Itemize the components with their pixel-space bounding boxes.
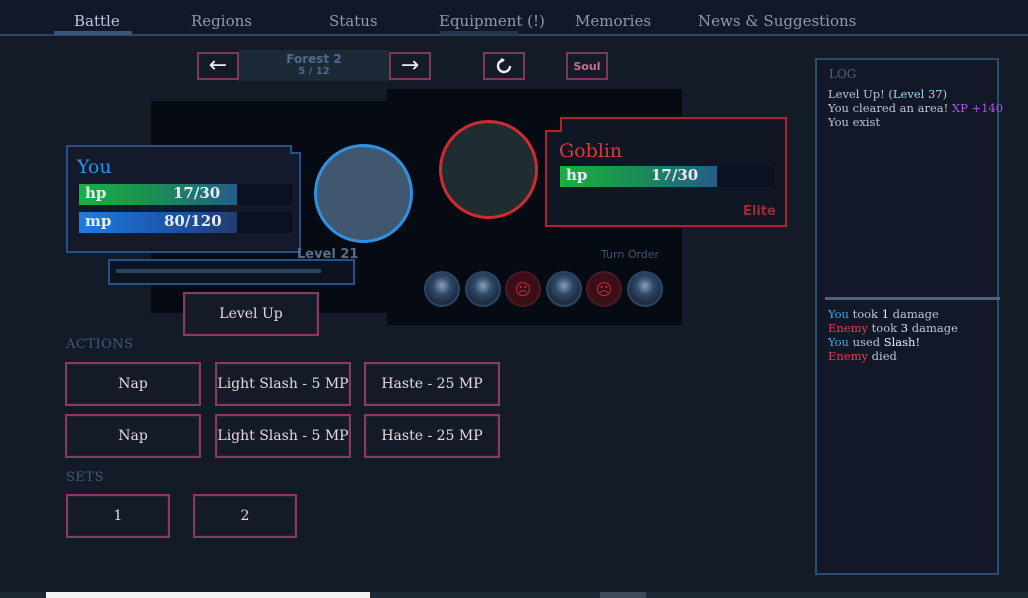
action-light-slash-button[interactable]: Light Slash - 5 MP <box>215 362 351 406</box>
log-entry-exist: You exist <box>828 115 880 129</box>
log-actor: You <box>828 307 849 321</box>
action-label: Light Slash - 5 MP <box>217 376 349 392</box>
set-label: 2 <box>240 508 250 524</box>
log-text: You exist <box>828 115 881 129</box>
log-number: 3 <box>900 321 909 335</box>
action-nap-button[interactable]: Nap <box>65 362 201 406</box>
enemy-hp-value: 17/30 <box>651 166 699 184</box>
log-entry-combat: Enemy died <box>828 349 897 363</box>
action-label: Nap <box>118 428 148 444</box>
bottom-input-strip <box>46 592 370 598</box>
log-actor: Enemy <box>828 349 869 363</box>
log-text: Level Up! <box>828 87 885 101</box>
action-label: Light Slash - 5 MP <box>217 428 349 444</box>
log-actor: Enemy <box>828 321 869 335</box>
tab-memories[interactable]: Memories <box>575 12 651 30</box>
tab-regions[interactable]: Regions <box>191 12 252 30</box>
top-navigation: Battle Regions Status Equipment (!) Memo… <box>0 0 1028 36</box>
player-mp-label: mp <box>85 212 112 230</box>
set-label: 1 <box>113 508 123 524</box>
player-mp-bar: mp 80/120 <box>79 212 293 233</box>
log-xp: XP +140 <box>951 101 1004 115</box>
actions-heading: ACTIONS <box>66 337 134 352</box>
log-level-detail: (Level 37) <box>888 87 948 101</box>
turn-order-player-icon <box>464 271 501 307</box>
log-text: damage <box>911 321 958 335</box>
action-nap-button-2[interactable]: Nap <box>65 414 201 458</box>
log-number: 1 <box>881 307 890 321</box>
tab-status[interactable]: Status <box>329 12 378 30</box>
scrollbar-thumb[interactable] <box>600 592 646 598</box>
turn-order-enemy-icon: ☹ <box>586 271 622 307</box>
action-label: Haste - 25 MP <box>381 428 483 444</box>
player-mp-value: 80/120 <box>164 212 222 230</box>
log-entry-combat: You used Slash! <box>828 335 920 349</box>
action-haste-button[interactable]: Haste - 25 MP <box>364 362 500 406</box>
log-text: You cleared an area! <box>828 101 949 115</box>
player-avatar <box>314 144 413 243</box>
log-text: took <box>871 321 898 335</box>
tab-equipment[interactable]: Equipment (!) <box>439 12 545 30</box>
turn-order-label: Turn Order <box>601 248 660 261</box>
enemy-hp-label: hp <box>566 166 588 184</box>
area-progress: 5 / 12 <box>298 66 330 77</box>
action-label: Haste - 25 MP <box>381 376 483 392</box>
enemy-name: Goblin <box>559 140 623 162</box>
action-haste-button-2[interactable]: Haste - 25 MP <box>364 414 500 458</box>
tab-news-suggestions[interactable]: News & Suggestions <box>698 12 856 30</box>
log-entry-area-cleared: You cleared an area! XP +140 <box>828 101 1003 115</box>
action-label: Nap <box>118 376 148 392</box>
log-text: used <box>852 335 881 349</box>
turn-order-player-icon <box>626 271 663 307</box>
area-name: Forest 2 <box>286 52 342 66</box>
arrow-right-icon: → <box>400 53 420 78</box>
turn-order-player-icon <box>545 271 582 307</box>
level-up-label: Level Up <box>219 306 283 322</box>
area-indicator: Forest 2 5 / 12 <box>239 50 389 81</box>
log-skill: Slash! <box>883 335 921 349</box>
action-light-slash-button-2[interactable]: Light Slash - 5 MP <box>215 414 351 458</box>
refresh-button[interactable] <box>483 52 525 80</box>
player-name: You <box>77 156 112 178</box>
arrow-left-icon: ← <box>208 53 228 78</box>
player-level: Level 21 <box>297 247 359 262</box>
level-up-button[interactable]: Level Up <box>183 292 319 336</box>
next-area-button[interactable]: → <box>389 52 431 80</box>
player-hp-label: hp <box>85 184 107 202</box>
player-hp-bar: hp 17/30 <box>79 184 293 205</box>
turn-order-player-icon <box>424 271 460 307</box>
refresh-icon <box>496 58 512 74</box>
log-entry-combat: You took 1 damage <box>828 307 939 321</box>
turn-order-enemy-icon: ☹ <box>505 271 541 307</box>
log-actor: You <box>828 335 849 349</box>
log-entry-combat: Enemy took 3 damage <box>828 321 958 335</box>
set-1-button[interactable]: 1 <box>66 494 170 538</box>
log-divider <box>825 297 1000 300</box>
sets-heading: SETS <box>66 470 104 485</box>
log-title: LOG <box>829 67 857 81</box>
log-text: took <box>852 307 879 321</box>
set-2-button[interactable]: 2 <box>193 494 297 538</box>
soul-button[interactable]: Soul <box>566 52 608 80</box>
log-text: died <box>871 349 897 363</box>
player-hp-value: 17/30 <box>173 184 221 202</box>
enemy-hp-bar: hp 17/30 <box>560 166 774 187</box>
tab-battle[interactable]: Battle <box>74 12 120 30</box>
enemy-rank-badge: Elite <box>743 204 776 219</box>
previous-area-button[interactable]: ← <box>197 52 239 80</box>
equipment-tab-indicator <box>440 31 518 35</box>
log-text: damage <box>892 307 939 321</box>
soul-label: Soul <box>573 59 601 73</box>
enemy-avatar <box>439 120 538 219</box>
active-tab-indicator <box>54 31 132 35</box>
log-entry-level-up: Level Up! (Level 37) <box>828 87 947 101</box>
